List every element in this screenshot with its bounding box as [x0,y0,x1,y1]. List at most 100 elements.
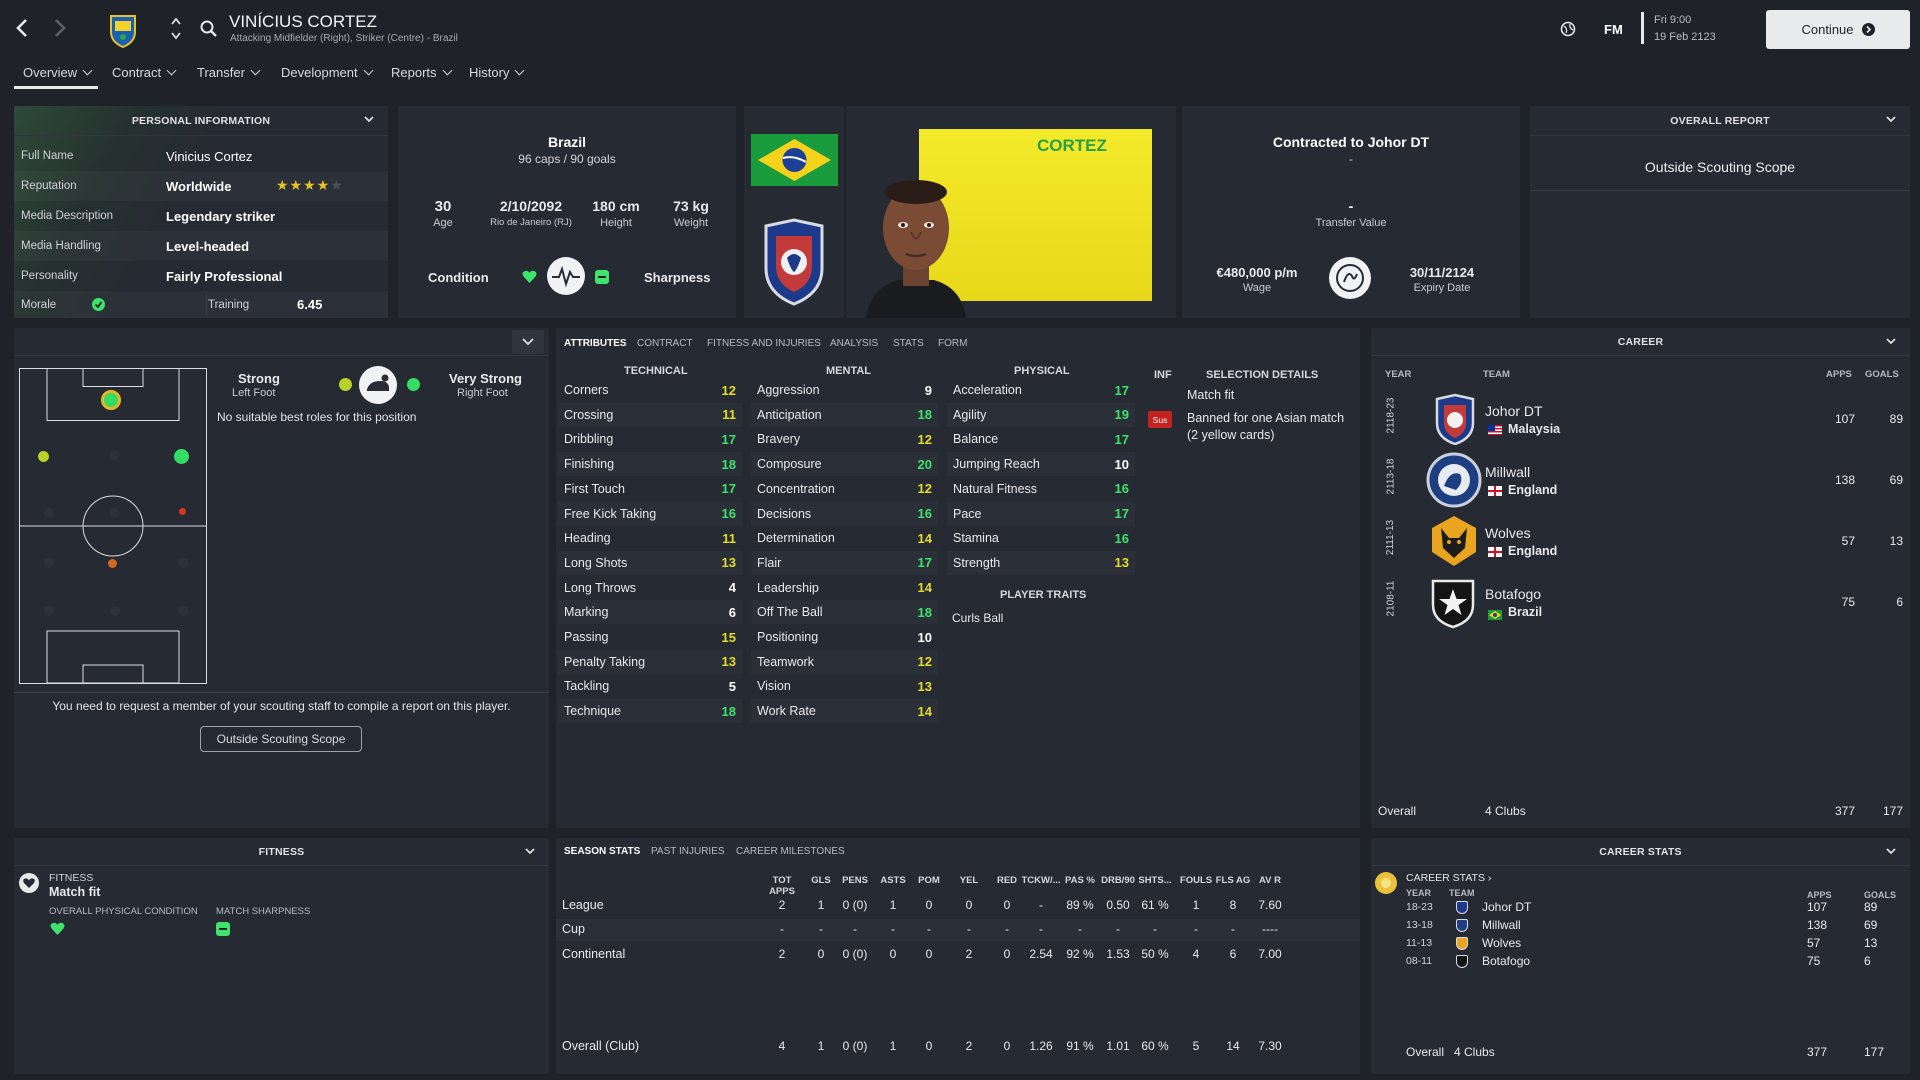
position-dot-mr[interactable] [174,449,189,464]
tab-history[interactable]: History [469,65,525,80]
attribute-row[interactable]: Long Throws 4 [558,576,742,600]
attribute-row[interactable]: Flair 17 [751,550,938,575]
career-stats-link[interactable]: CAREER STATS › [1406,872,1491,884]
position-dot-empty[interactable] [110,606,120,616]
outside-scouting-button[interactable]: Outside Scouting Scope [200,726,362,752]
attribute-row[interactable]: Acceleration 17 [947,378,1135,402]
chevron-down-icon[interactable] [1884,844,1898,858]
attribute-row[interactable]: First Touch 17 [558,477,742,501]
fitness-header[interactable]: FITNESS [14,838,549,866]
overall-report-header[interactable]: OVERALL REPORT [1530,106,1910,136]
position-dropdown[interactable] [14,328,549,356]
tab-development[interactable]: Development [281,65,374,80]
attribute-row[interactable]: Stamina 16 [947,526,1135,550]
tab-contract-sub[interactable]: CONTRACT [637,338,693,349]
search-icon[interactable] [200,20,218,38]
position-dot-empty[interactable] [178,558,188,568]
attribute-row[interactable]: Heading 11 [558,526,742,550]
career-row[interactable]: 2118-23 Johor DT Malaysia 107 89 [1371,388,1910,448]
stats-col-header[interactable]: DRB/90 [1098,875,1138,886]
tab-overview[interactable]: Overview [23,65,93,80]
position-dot-dm[interactable] [108,559,117,568]
tab-stats[interactable]: STATS [893,338,924,349]
career-stats-team[interactable]: Millwall [1482,918,1521,932]
career-stats-team[interactable]: Wolves [1482,936,1521,950]
attribute-row[interactable]: Agility 19 [947,402,1135,427]
position-dot-empty[interactable] [178,606,188,616]
career-row[interactable]: 2111-13 Wolves England 57 13 [1371,510,1910,570]
stats-col-header[interactable]: SHTS... [1135,875,1175,886]
chevron-down-icon[interactable] [362,112,376,126]
contract-signature-icon[interactable] [1328,256,1372,300]
stats-col-header[interactable]: AV R [1250,875,1290,886]
career-team[interactable]: Johor DT [1485,403,1543,419]
attribute-row[interactable]: Marking 6 [558,600,742,625]
fm-logo[interactable]: FM [1604,22,1623,37]
stats-col-header[interactable]: YEL [949,875,989,886]
career-team[interactable]: Wolves [1485,525,1531,541]
attribute-row[interactable]: Crossing 11 [558,402,742,427]
career-row[interactable]: 2113-18 Millwall England 138 69 [1371,449,1910,509]
attribute-row[interactable]: Vision 13 [751,674,938,698]
tab-career-milestones[interactable]: CAREER MILESTONES [736,846,845,857]
position-dot-ml[interactable] [38,451,49,462]
stats-col-header[interactable]: TOT APPS [762,875,802,897]
career-team[interactable]: Botafogo [1485,586,1541,602]
brazil-flag-icon[interactable] [751,134,838,186]
attribute-row[interactable]: Decisions 16 [751,501,938,526]
attribute-row[interactable]: Anticipation 18 [751,402,938,427]
tab-past-injuries[interactable]: PAST INJURIES [651,846,725,857]
attribute-row[interactable]: Long Shots 13 [558,550,742,575]
attribute-row[interactable]: Corners 12 [558,378,742,402]
attribute-row[interactable]: Balance 17 [947,427,1135,451]
attribute-row[interactable]: Leadership 14 [751,576,938,600]
tab-form[interactable]: FORM [938,338,967,349]
career-row[interactable]: 2108-11 Botafogo Brazil 75 6 [1371,571,1910,631]
career-header[interactable]: CAREER [1371,328,1910,356]
career-stats-team[interactable]: Botafogo [1482,954,1530,968]
career-team[interactable]: Millwall [1485,464,1530,480]
attribute-row[interactable]: Strength 13 [947,550,1135,575]
attribute-row[interactable]: Pace 17 [947,501,1135,526]
stats-col-header[interactable]: PENS [835,875,875,886]
attribute-row[interactable]: Technique 18 [558,699,742,724]
back-arrow-icon[interactable] [14,18,30,38]
stats-col-header[interactable]: TCKW/... [1021,875,1061,886]
stats-col-header[interactable]: FOULS [1176,875,1216,886]
attribute-row[interactable]: Composure 20 [751,452,938,477]
tab-transfer[interactable]: Transfer [197,65,261,80]
stats-col-header[interactable]: PAS % [1060,875,1100,886]
attribute-row[interactable]: Penalty Taking 13 [558,649,742,674]
globe-icon[interactable] [1560,21,1576,37]
attribute-row[interactable]: Bravery 12 [751,427,938,451]
stats-col-header[interactable]: ASTS [873,875,913,886]
forward-arrow-icon[interactable] [52,18,68,38]
nation-name[interactable]: Brazil [398,134,736,150]
fitness-pulse-icon[interactable] [546,256,586,296]
tab-season-stats[interactable]: SEASON STATS [564,846,640,857]
attribute-row[interactable]: Concentration 12 [751,477,938,501]
contracted-to[interactable]: Contracted to Johor DT [1182,134,1520,150]
chevron-down-icon[interactable] [1884,334,1898,348]
attribute-row[interactable]: Determination 14 [751,526,938,550]
attribute-row[interactable]: Finishing 18 [558,452,742,477]
attribute-row[interactable]: Dribbling 17 [558,427,742,451]
attribute-row[interactable]: Teamwork 12 [751,649,938,674]
stats-col-header[interactable]: POM [909,875,949,886]
attribute-row[interactable]: Work Rate 14 [751,699,938,724]
position-dot-amc[interactable] [101,390,121,410]
attribute-row[interactable]: Natural Fitness 16 [947,477,1135,501]
attribute-row[interactable]: Positioning 10 [751,625,938,649]
attribute-row[interactable]: Passing 15 [558,625,742,649]
chevron-down-icon[interactable] [523,844,537,858]
position-dot-empty[interactable] [44,508,54,518]
attribute-row[interactable]: Off The Ball 18 [751,600,938,625]
position-dot-empty[interactable] [110,508,120,518]
stats-col-header[interactable]: FLS AG [1213,875,1253,886]
chevron-down-icon[interactable] [1884,112,1898,126]
tab-reports[interactable]: Reports [391,65,452,80]
club-crest-johor-icon[interactable] [762,218,826,306]
attribute-row[interactable]: Free Kick Taking 16 [558,501,742,526]
attribute-row[interactable]: Tackling 5 [558,674,742,698]
personal-info-header[interactable]: PERSONAL INFORMATION [14,106,388,136]
